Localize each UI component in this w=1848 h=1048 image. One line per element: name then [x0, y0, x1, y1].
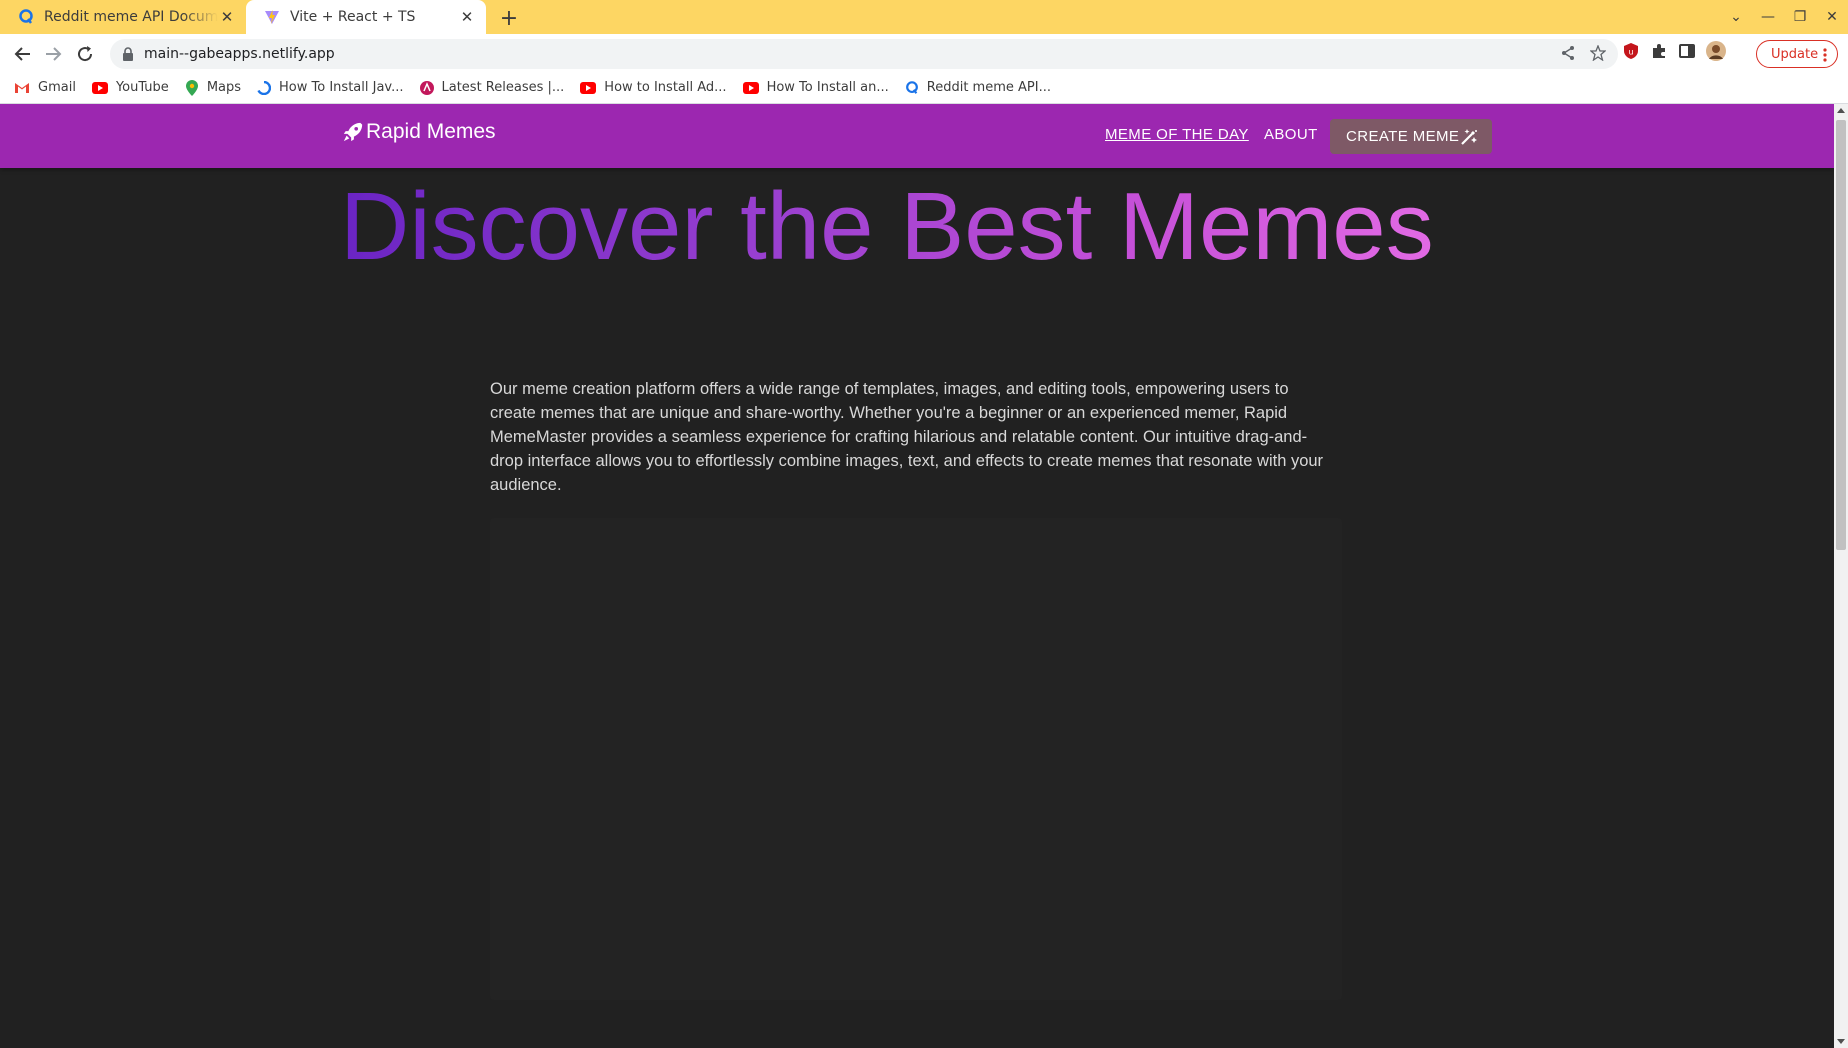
youtube-icon — [580, 81, 597, 94]
lock-icon — [123, 47, 133, 61]
close-icon[interactable]: ✕ — [218, 8, 236, 26]
share-icon[interactable] — [1560, 45, 1576, 61]
close-icon[interactable]: ✕ — [458, 8, 476, 26]
page-viewport: Rapid Memes MEME OF THE DAY ABOUT CREATE… — [0, 104, 1834, 1048]
create-meme-button[interactable]: CREATE MEME — [1330, 119, 1492, 154]
tab-search-icon[interactable]: ⌄ — [1720, 9, 1752, 25]
youtube-icon — [91, 81, 108, 94]
profile-avatar-icon[interactable] — [1706, 41, 1726, 61]
youtube-icon — [742, 81, 759, 94]
blue-circle-icon — [257, 80, 272, 95]
meme-display-area — [490, 518, 1342, 1000]
tab-vite-react[interactable]: Vite + React + TS ✕ — [246, 0, 486, 34]
bookmark-label: Latest Releases |... — [441, 80, 565, 95]
extensions-puzzle-icon[interactable] — [1650, 42, 1668, 60]
browser-toolbar: main--gabeapps.netlify.app u Update — [0, 34, 1848, 72]
scroll-up-icon[interactable] — [1837, 108, 1845, 113]
pink-logo-icon — [419, 80, 434, 95]
more-menu-icon[interactable] — [1823, 47, 1827, 63]
bookmark-maps[interactable]: Maps — [185, 79, 242, 96]
reload-icon[interactable] — [72, 41, 98, 67]
bookmark-label: Gmail — [38, 80, 76, 95]
restore-icon[interactable]: ❐ — [1784, 9, 1816, 25]
bookmark-latest-releases[interactable]: Latest Releases |... — [419, 80, 565, 95]
back-icon[interactable] — [10, 41, 36, 67]
bookmark-label: Reddit meme API... — [926, 80, 1051, 95]
bookmark-star-icon[interactable] — [1590, 45, 1606, 61]
tab-title: Vite + React + TS — [290, 9, 416, 25]
update-button[interactable]: Update — [1756, 40, 1838, 68]
address-bar[interactable]: main--gabeapps.netlify.app — [110, 39, 1618, 69]
app-bar: Rapid Memes MEME OF THE DAY ABOUT CREATE… — [0, 104, 1834, 168]
intro-paragraph: Our meme creation platform offers a wide… — [490, 379, 1324, 494]
minimize-icon[interactable]: — — [1752, 9, 1784, 25]
ublock-icon[interactable]: u — [1622, 42, 1640, 60]
page-scrollbar[interactable] — [1834, 104, 1848, 1048]
bookmark-label: How To Install Jav... — [279, 80, 404, 95]
tab-reddit-api-docs[interactable]: Reddit meme API Documentation ✕ — [0, 0, 246, 34]
extensions-area: u — [1622, 41, 1726, 61]
bookmark-label: YouTube — [115, 80, 169, 95]
bookmark-install-an[interactable]: How To Install an... — [742, 80, 889, 95]
bookmark-install-java[interactable]: How To Install Jav... — [257, 80, 404, 95]
bookmark-gmail[interactable]: Gmail — [14, 80, 76, 95]
browser-tabstrip: Reddit meme API Documentation ✕ Vite + R… — [0, 0, 1848, 34]
create-meme-label: CREATE MEME — [1346, 128, 1460, 145]
reddit-api-favicon — [19, 9, 33, 24]
update-label: Update — [1771, 46, 1819, 62]
vite-favicon — [265, 10, 279, 24]
bookmark-label: How to Install Ad... — [604, 80, 727, 95]
bookmark-label: How To Install an... — [766, 80, 889, 95]
brand-logo[interactable]: Rapid Memes — [342, 120, 496, 144]
gmail-icon — [15, 82, 29, 93]
hero-title: Discover the Best Memes — [340, 172, 1480, 282]
scrollbar-thumb[interactable] — [1836, 120, 1846, 550]
bookmark-reddit-meme-api[interactable]: Reddit meme API... — [905, 80, 1051, 95]
maps-icon — [185, 79, 198, 96]
new-tab-button[interactable]: + — [496, 5, 522, 31]
bookmark-youtube[interactable]: YouTube — [91, 80, 169, 95]
bookmarks-bar: Gmail YouTube Maps How To Install Jav...… — [0, 72, 1848, 104]
tab-title: Reddit meme API Documentation — [44, 9, 218, 25]
side-panel-icon[interactable] — [1678, 42, 1696, 60]
window-controls: ⌄ — ❐ ✕ — [1720, 0, 1848, 34]
brand-name: Rapid Memes — [366, 120, 496, 143]
svg-text:u: u — [1628, 48, 1633, 57]
nav-about[interactable]: ABOUT — [1264, 126, 1318, 143]
forward-icon[interactable] — [40, 41, 66, 67]
magic-wand-icon — [1461, 129, 1477, 145]
rocket-icon — [343, 122, 363, 142]
bookmark-label: Maps — [206, 80, 242, 95]
reddit-api-favicon — [905, 80, 918, 94]
bookmark-install-ad[interactable]: How to Install Ad... — [580, 80, 727, 95]
url-text: main--gabeapps.netlify.app — [144, 46, 335, 62]
window-close-icon[interactable]: ✕ — [1816, 9, 1848, 25]
nav-meme-of-the-day[interactable]: MEME OF THE DAY — [1105, 126, 1249, 143]
scroll-down-icon[interactable] — [1837, 1039, 1845, 1044]
